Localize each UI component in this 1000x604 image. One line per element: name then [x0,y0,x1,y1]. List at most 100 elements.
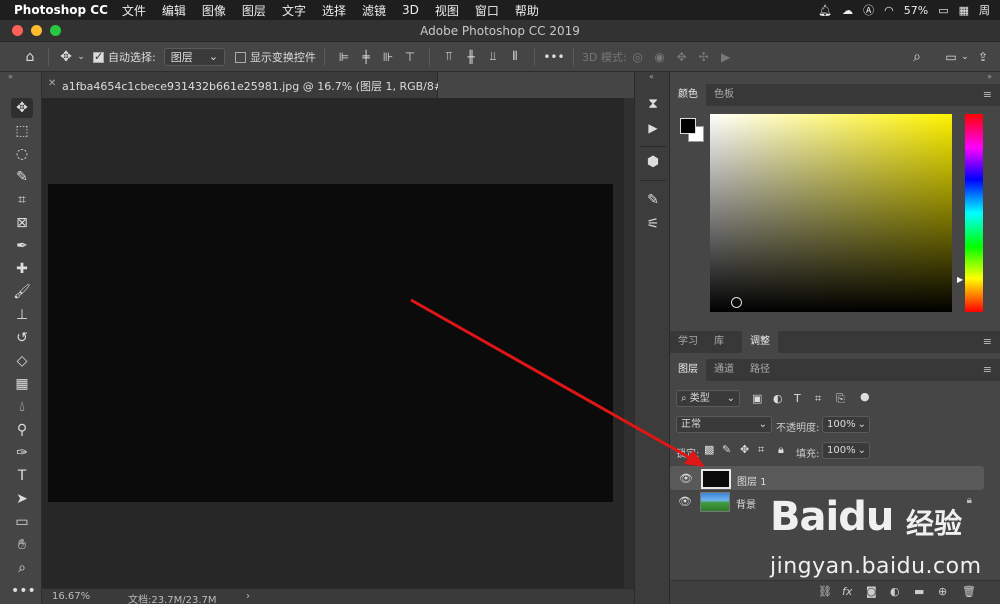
chevron-right-icon[interactable]: › [246,591,250,602]
healing-brush-tool-icon[interactable]: ✚ [11,259,33,279]
foreground-color-swatch[interactable] [680,118,696,134]
3d-cube-icon[interactable]: ⬢ [643,152,663,172]
more-tools-icon[interactable]: ••• [11,581,36,601]
chevron-down-icon[interactable]: ⌄ [960,52,970,62]
home-icon[interactable]: ⌂ [20,49,40,65]
brush-tool-icon[interactable]: 🖌︎ [11,282,33,302]
menu-file[interactable]: 文件 [122,2,146,19]
document-tab[interactable]: ✕ a1fba4654c1cbece931432b661e25981.jpg @… [42,72,456,98]
filter-smart-object-icon[interactable]: ⎘ [836,392,845,406]
zoom-level[interactable]: 16.67% [52,591,90,602]
eyedropper-tool-icon[interactable]: ✒ [11,236,33,256]
more-options-icon[interactable]: ••• [543,50,565,64]
history-brush-tool-icon[interactable]: ↺ [11,328,33,348]
align-right-icon[interactable]: ⊪ [377,50,399,64]
filter-shape-icon[interactable]: ⌗ [815,392,821,406]
filter-toggle-icon[interactable]: ● [860,390,870,403]
eraser-tool-icon[interactable]: ◇ [11,351,33,371]
bell-icon[interactable]: 🔔︎ [818,4,832,17]
search-icon[interactable]: ⌕ [908,49,926,65]
eye-icon[interactable]: 👁︎ [678,495,692,508]
align-hcenter-icon[interactable]: ╪ [355,50,377,64]
align-vcenter-icon[interactable]: ╫ [460,50,482,64]
align-vtop-icon[interactable]: ⫪ [438,49,460,64]
align-left-icon[interactable]: ⊫ [333,50,355,64]
crop-tool-icon[interactable]: ⌗ [11,190,33,210]
close-icon[interactable]: ✕ [48,78,56,89]
chevron-down-icon[interactable]: ⌄ [75,52,87,62]
input-method-icon[interactable]: ▦ [959,4,969,17]
lasso-tool-icon[interactable]: ◌ [11,144,33,164]
clone-stamp-tool-icon[interactable]: ⊥ [11,305,33,325]
color-picker-field[interactable] [710,114,952,312]
menu-layer[interactable]: 图层 [242,2,266,19]
collapse-icon[interactable]: » [8,72,13,81]
opacity-input[interactable]: 100% ⌄ [822,416,870,433]
filter-adjustment-icon[interactable]: ◐ [773,392,783,405]
collapse-icon[interactable]: « [649,72,654,81]
path-select-tool-icon[interactable]: ➤ [11,489,33,509]
menu-view[interactable]: 视图 [435,2,459,19]
account-icon[interactable]: Ⓐ [863,2,874,18]
panel-menu-icon[interactable]: ≡ [983,88,992,101]
collapse-icon[interactable]: » [987,72,992,81]
quick-select-tool-icon[interactable]: ✎ [11,167,33,187]
tab-color[interactable]: 颜色 [670,84,706,106]
lock-all-icon[interactable]: 🔒︎ [778,443,784,457]
layer-name[interactable]: 图层 1 [737,473,767,488]
menu-help[interactable]: 帮助 [515,2,539,19]
panel-menu-icon[interactable]: ≡ [983,335,992,348]
app-menu[interactable]: Photoshop CC [14,3,108,17]
tab-learn[interactable]: 学习 [670,331,706,353]
move-tool-icon[interactable]: ✥ [11,98,33,118]
menu-image[interactable]: 图像 [202,2,226,19]
menu-window[interactable]: 窗口 [475,2,499,19]
3d-camera-icon[interactable]: ▶ [715,50,737,64]
lock-pixels-icon[interactable]: ✎ [722,443,731,456]
hue-slider[interactable] [965,114,983,312]
color-picker-cursor[interactable] [731,297,742,308]
play-icon[interactable]: ▶ [643,118,663,138]
menu-edit[interactable]: 编辑 [162,2,186,19]
type-tool-icon[interactable]: T [11,466,33,486]
panel-menu-icon[interactable]: ≡ [983,363,992,376]
layer-filter-kind-select[interactable]: ⌕ 类型 ⌄ [676,390,740,407]
pen-tool-icon[interactable]: ✑ [11,443,33,463]
dodge-tool-icon[interactable]: ⚲ [11,420,33,440]
auto-select-target-select[interactable]: 图层 ⌄ [163,47,225,66]
3d-roll-icon[interactable]: ◉ [649,50,671,64]
align-bottom-icon[interactable]: ⫫ [482,49,504,64]
menu-3d[interactable]: 3D [402,3,419,17]
cloud-icon[interactable]: ☁ [842,4,853,17]
menu-type[interactable]: 文字 [282,2,306,19]
layer-row-layer-1[interactable]: 👁︎ 图层 1 [670,466,984,490]
hue-slider-handle[interactable]: ▶ [957,275,963,284]
tab-channels[interactable]: 通道 [706,359,742,381]
3d-slide-icon[interactable]: ✣ [693,50,715,64]
document-canvas[interactable] [48,184,613,502]
battery-icon[interactable]: ▭ [938,4,948,17]
filter-type-icon[interactable]: T [794,392,801,405]
lock-artboard-icon[interactable]: ⌗ [758,443,764,457]
align-top-icon[interactable]: ⊤ [399,50,421,64]
menu-select[interactable]: 选择 [322,2,346,19]
wifi-icon[interactable]: ◠ [884,4,894,17]
tab-libraries[interactable]: 库 [706,331,732,353]
marquee-tool-icon[interactable]: ⬚ [11,121,33,141]
frame-tool-icon[interactable]: ⊠ [11,213,33,233]
tab-swatches[interactable]: 色板 [706,84,742,106]
vertical-scrollbar[interactable] [624,98,634,588]
rectangle-tool-icon[interactable]: ▭ [11,512,33,532]
tab-layers[interactable]: 图层 [670,359,706,381]
lock-position-icon[interactable]: ✥ [740,443,749,456]
blend-mode-select[interactable]: 正常 ⌄ [676,416,772,433]
zoom-tool-icon[interactable]: ⌕ [11,558,33,578]
tab-adjustments[interactable]: 调整 [742,331,778,353]
move-tool-preset-icon[interactable]: ✥ [57,49,75,65]
gradient-tool-icon[interactable]: ▦ [11,374,33,394]
share-icon[interactable]: ⇪ [974,50,992,64]
clock[interactable]: 周 [979,2,990,18]
lock-transparency-icon[interactable]: ▩ [704,443,714,456]
history-icon[interactable]: ⧗ [643,94,663,114]
workspace-icon[interactable]: ▭ [942,50,960,64]
